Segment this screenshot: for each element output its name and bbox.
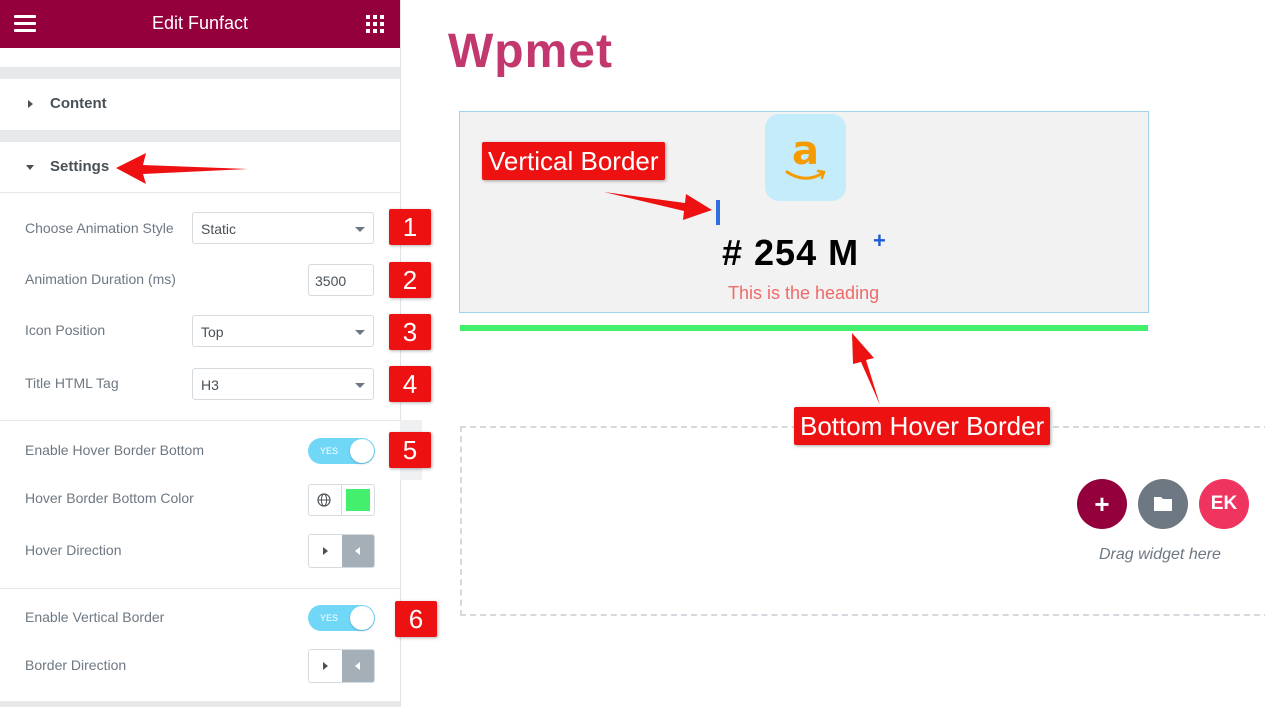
toggle-knob [350, 606, 374, 630]
select-value: Top [201, 324, 224, 340]
section-label: Content [50, 95, 107, 112]
toggle-knob [350, 439, 374, 463]
callout-bottom-hover-border: Bottom Hover Border [794, 407, 1051, 445]
funfact-heading: This is the heading [728, 283, 880, 303]
select-value: Static [201, 221, 237, 237]
hover-border-color-control [308, 484, 375, 516]
icon-position-label: Icon Position [25, 322, 106, 338]
drag-widget-hint: Drag widget here [1099, 546, 1221, 563]
editor-panel: Edit Funfact Content Settings Choose Ani… [0, 0, 401, 707]
elementskit-icon: EK [1210, 493, 1238, 514]
callout-vertical-border: Vertical Border [482, 142, 665, 180]
caret-down-icon [26, 165, 34, 170]
divider [0, 420, 400, 421]
direction-right-button[interactable] [309, 535, 342, 567]
toggle-text: YES [320, 446, 339, 456]
marker-4: 4 [389, 366, 431, 402]
title-tag-label: Title HTML Tag [25, 375, 119, 391]
bottom-hover-border [460, 325, 1148, 331]
site-title: Wpmet [448, 25, 613, 78]
caret-right-icon [28, 100, 33, 108]
chevron-down-icon [355, 330, 365, 335]
hover-direction-choose [308, 534, 375, 568]
direction-left-button[interactable] [342, 535, 374, 567]
caret-right-icon [323, 662, 328, 670]
hover-border-bottom-label: Enable Hover Border Bottom [25, 442, 204, 458]
direction-left-button[interactable] [342, 650, 374, 682]
vertical-border-toggle[interactable]: YES [308, 605, 375, 631]
direction-right-button[interactable] [309, 650, 342, 682]
elementskit-button[interactable]: EK [1199, 479, 1249, 529]
icon-position-select[interactable]: Top [192, 315, 374, 347]
animation-duration-label: Animation Duration (ms) [25, 271, 176, 287]
funfact-count: # 254 M [722, 232, 860, 273]
chevron-down-icon [355, 227, 365, 232]
border-direction-choose [308, 649, 375, 683]
section-content[interactable]: Content [0, 80, 400, 128]
hover-border-color-label: Hover Border Bottom Color [25, 490, 194, 506]
amazon-icon: a [765, 114, 846, 201]
section-gap [0, 130, 400, 142]
panel-header: Edit Funfact [0, 0, 400, 48]
panel-title: Edit Funfact [151, 13, 249, 33]
folder-icon [1154, 497, 1172, 511]
animation-style-select[interactable]: Static [192, 212, 374, 244]
section-gap [0, 701, 400, 707]
input-value: 3500 [315, 273, 347, 289]
toggle-text: YES [320, 613, 339, 623]
vertical-border-indicator [716, 200, 720, 225]
section-label: Settings [50, 158, 110, 175]
marker-5: 5 [389, 432, 431, 468]
hover-direction-label: Hover Direction [25, 542, 122, 558]
separator [341, 485, 342, 515]
marker-1: 1 [389, 209, 431, 245]
select-value: H3 [201, 377, 219, 393]
plus-icon: + [1094, 489, 1110, 519]
add-template-button[interactable] [1138, 479, 1188, 529]
border-direction-label: Border Direction [25, 657, 127, 673]
divider [0, 588, 400, 589]
add-section-button[interactable]: + [1077, 479, 1127, 529]
marker-3: 3 [389, 314, 431, 350]
marker-6: 6 [395, 601, 437, 637]
marker-2: 2 [389, 262, 431, 298]
animation-style-label: Choose Animation Style [25, 220, 174, 236]
globe-icon[interactable] [317, 493, 331, 507]
vertical-border-label: Enable Vertical Border [25, 609, 165, 625]
smile-arrow [785, 169, 826, 180]
arrow-bottom-hover-border [852, 333, 880, 405]
divider [0, 192, 400, 193]
hover-border-bottom-toggle[interactable]: YES [308, 438, 375, 464]
title-tag-select[interactable]: H3 [192, 368, 374, 400]
apps-grid-icon[interactable] [366, 15, 384, 33]
section-settings[interactable]: Settings [0, 143, 400, 191]
color-swatch[interactable] [346, 489, 370, 511]
caret-left-icon [355, 547, 360, 555]
funfact-suffix: + [873, 228, 886, 253]
animation-duration-input[interactable]: 3500 [308, 264, 374, 296]
section-gap [0, 67, 400, 79]
chevron-down-icon [355, 383, 365, 388]
caret-right-icon [323, 547, 328, 555]
caret-left-icon [355, 662, 360, 670]
